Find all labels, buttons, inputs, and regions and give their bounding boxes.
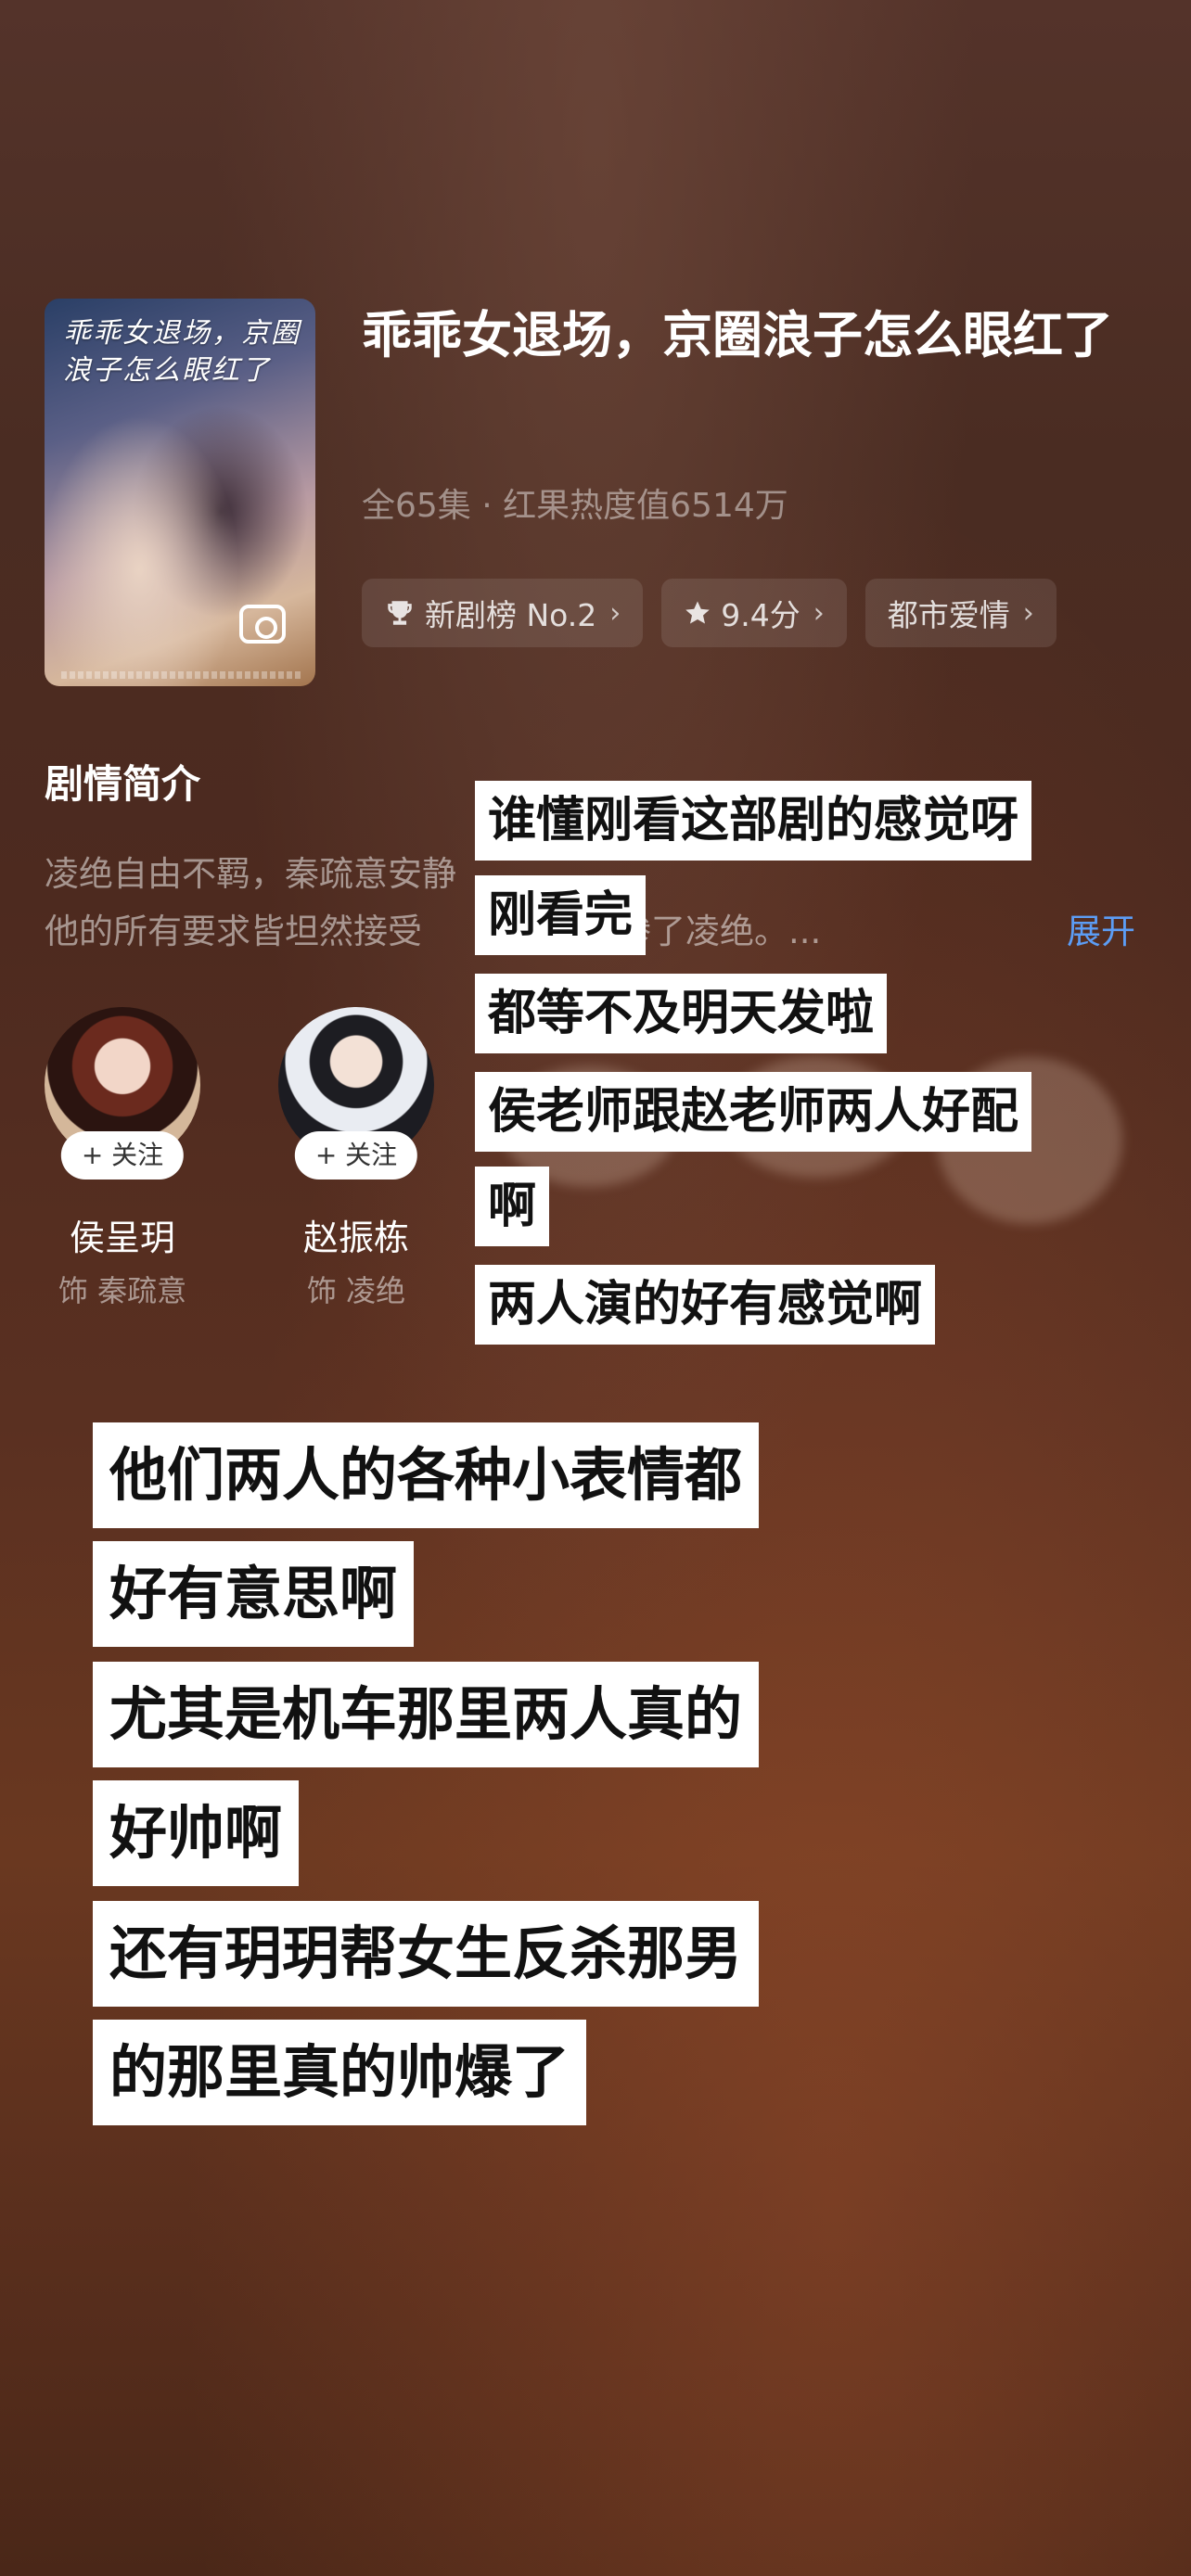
synopsis-line-text: 他的所有要求皆坦然接受 — [45, 912, 422, 951]
caption-line: 好有意思啊 — [93, 1541, 415, 1647]
drama-poster[interactable]: 乖乖女退场，京圈浪子怎么眼红了 — [45, 299, 315, 686]
chevron-right-icon: › — [1022, 596, 1034, 630]
caption-line: 谁懂刚看这部剧的感觉呀 — [475, 781, 1032, 861]
ranking-tag-label: 新剧榜 No.2 — [425, 597, 597, 633]
poster-fine-print — [61, 671, 302, 679]
follow-button[interactable]: + 关注 — [294, 1131, 418, 1180]
chevron-right-icon: › — [609, 596, 621, 630]
gallery-icon[interactable] — [239, 605, 286, 644]
caption-line: 的那里真的帅爆了 — [93, 2020, 587, 2125]
genre-tag-label: 都市爱情 — [887, 597, 1010, 633]
cast-role: 饰 秦疏意 — [58, 1273, 187, 1308]
caption-line: 刚看完 — [475, 875, 647, 955]
avatar[interactable]: + 关注 — [278, 1007, 434, 1180]
synopsis-heading: 剧情简介 — [45, 761, 201, 807]
drama-title: 乖乖女退场，京圈浪子怎么眼红了 — [362, 306, 1113, 364]
caption-line: 啊 — [475, 1167, 550, 1246]
cast-card[interactable]: + 关注 侯呈玥 饰 秦疏意 — [39, 1007, 206, 1313]
poster-title: 乖乖女退场，京圈浪子怎么眼红了 — [63, 317, 301, 387]
caption-line: 他们两人的各种小表情都 — [93, 1422, 760, 1528]
expand-link[interactable]: 展开 — [1067, 903, 1135, 961]
caption-line: 好帅啊 — [93, 1780, 300, 1886]
chevron-right-icon: › — [813, 596, 825, 630]
rating-tag[interactable]: 9.4分 › — [661, 579, 847, 647]
avatar[interactable]: + 关注 — [45, 1007, 200, 1180]
star-icon — [685, 601, 711, 624]
cast-card[interactable]: + 关注 赵振栋 饰 凌绝 — [273, 1007, 440, 1313]
synopsis-line-tail: 惨了凌绝。... — [617, 912, 822, 951]
cast-name: 赵振栋 — [302, 1218, 409, 1258]
tag-row: 新剧榜 No.2 › 9.4分 › 都市爱情 › — [362, 579, 1057, 647]
drama-meta: 全65集 · 红果热度值6514万 — [362, 487, 788, 525]
caption-line: 尤其是机车那里两人真的 — [93, 1662, 760, 1767]
ranking-tag[interactable]: 新剧榜 No.2 › — [362, 579, 644, 647]
caption-line: 侯老师跟赵老师两人好配 — [475, 1072, 1032, 1152]
caption-line: 都等不及明天发啦 — [475, 974, 888, 1053]
caption-line: 两人演的好有感觉啊 — [475, 1265, 936, 1345]
cast-name: 侯呈玥 — [69, 1218, 175, 1258]
follow-button[interactable]: + 关注 — [60, 1131, 185, 1180]
cast-role: 饰 凌绝 — [306, 1273, 406, 1308]
genre-tag[interactable]: 都市爱情 › — [864, 579, 1057, 647]
caption-line: 还有玥玥帮女生反杀那男 — [93, 1901, 760, 2007]
trophy-icon — [388, 601, 412, 625]
rating-tag-label: 9.4分 — [721, 597, 800, 633]
